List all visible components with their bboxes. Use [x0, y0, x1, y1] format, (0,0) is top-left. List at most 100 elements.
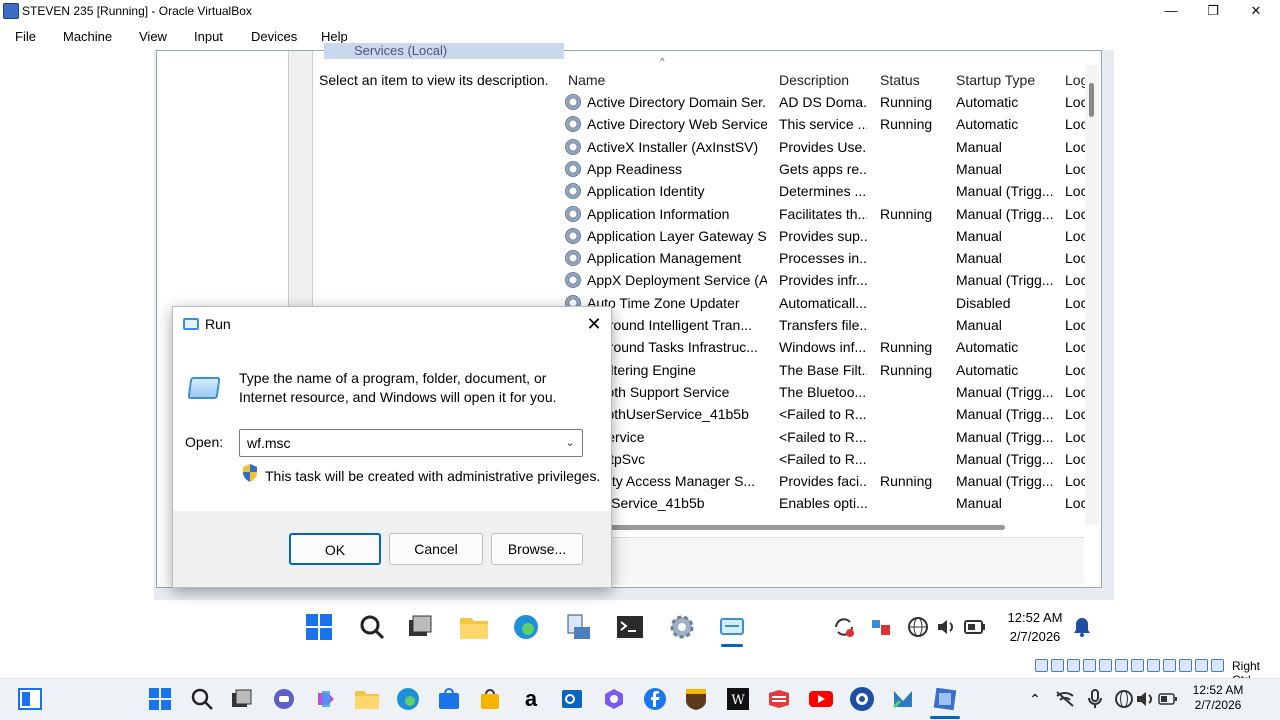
recording-icon[interactable]: [1179, 659, 1192, 672]
service-row[interactable]: Auto Time Zone Updater Automaticall... Dis…: [565, 294, 1085, 317]
network-offline-icon[interactable]: [1050, 684, 1080, 714]
service-row[interactable]: ckground Intelligent Tran... Transfers fi…: [565, 317, 1085, 339]
service-row[interactable]: Application Identity Determines ... Manual…: [565, 183, 1085, 205]
widgets-icon[interactable]: [15, 684, 45, 714]
service-row[interactable]: Application Information Facilitates th...…: [565, 205, 1085, 228]
close-button[interactable]: ✕: [1234, 0, 1278, 22]
app-icon[interactable]: [599, 684, 629, 714]
service-row[interactable]: ability Access Manager S... Provides faci…: [565, 473, 1085, 495]
guest-battery-icon[interactable]: [958, 610, 992, 644]
run-close-button[interactable]: ✕: [577, 309, 611, 339]
guest-clock[interactable]: 12:52 AM 2/7/2026: [1000, 608, 1070, 646]
chevron-up-icon[interactable]: ⌃: [1020, 684, 1050, 714]
column-startup-type[interactable]: Startup Type: [956, 72, 1035, 88]
open-combobox[interactable]: ⌄: [239, 429, 583, 457]
host-clock[interactable]: 12:52 AM 2/7/2026: [1184, 683, 1252, 713]
copilot-icon[interactable]: [311, 684, 341, 714]
edge-icon[interactable]: [393, 684, 423, 714]
ups-icon[interactable]: [681, 684, 711, 714]
battery-icon[interactable]: [1153, 684, 1183, 714]
visual-studio-icon[interactable]: [888, 684, 918, 714]
service-row[interactable]: Application Layer Gateway S... Provides s…: [565, 227, 1085, 250]
service-row[interactable]: ckground Tasks Infrastruc... Windows inf.…: [565, 339, 1085, 361]
menu-file[interactable]: File: [15, 29, 36, 44]
service-row[interactable]: App Readiness Gets apps re... Manual Loc: [565, 160, 1085, 183]
usb-icon[interactable]: [1099, 659, 1112, 672]
ok-button[interactable]: OK: [289, 533, 381, 565]
horizontal-scroll-thumb[interactable]: [565, 525, 1005, 530]
menu-view[interactable]: View: [139, 29, 167, 44]
file-explorer-icon[interactable]: [352, 684, 382, 714]
store-icon[interactable]: [434, 684, 464, 714]
service-row[interactable]: GService <Failed to R... Manual (Trigg... L…: [565, 428, 1085, 451]
display-icon[interactable]: [1131, 659, 1144, 672]
column-log-on-as[interactable]: Log: [1065, 72, 1085, 88]
amazon-icon[interactable]: a: [516, 684, 546, 714]
guest-start-icon[interactable]: [302, 610, 336, 644]
guest-sync-icon[interactable]: [827, 610, 861, 644]
keyboard-capture-icon[interactable]: [1211, 659, 1224, 672]
vertical-scroll-thumb[interactable]: [1089, 83, 1094, 117]
shared-folders-icon[interactable]: [1115, 659, 1128, 672]
menu-machine[interactable]: Machine: [63, 29, 112, 44]
guest-task-view-icon[interactable]: [403, 610, 437, 644]
horizontal-scrollbar[interactable]: [565, 523, 1085, 531]
services-list[interactable]: Name ^ Description Status Startup Type L…: [565, 51, 1085, 521]
wikipedia-icon[interactable]: W: [723, 684, 753, 714]
service-row[interactable]: Application Management Processes in... Man…: [565, 250, 1085, 272]
network-adapter-icon[interactable]: [1083, 659, 1096, 672]
vertical-scrollbar[interactable]: [1085, 65, 1099, 525]
run-title-icon: [183, 318, 199, 330]
guest-run-icon[interactable]: [715, 610, 749, 644]
menu-help[interactable]: Help: [321, 29, 348, 44]
column-name[interactable]: Name: [568, 72, 605, 88]
open-input[interactable]: [241, 431, 557, 455]
facebook-icon[interactable]: [640, 684, 670, 714]
outlook-icon[interactable]: [557, 684, 587, 714]
service-row[interactable]: e Filtering Engine The Base Filt... Runnin…: [565, 361, 1085, 384]
service-row[interactable]: ActiveX Installer (AxInstSV) Provides Use…: [565, 138, 1085, 161]
chat-icon[interactable]: [269, 684, 299, 714]
service-desc: Provides faci...: [779, 473, 867, 490]
service-row[interactable]: Active Directory Domain Ser... AD DS Doma…: [565, 94, 1085, 116]
news-icon[interactable]: [764, 684, 794, 714]
menu-devices[interactable]: Devices: [251, 29, 297, 44]
video-capture-icon[interactable]: [1147, 659, 1160, 672]
task-view-icon[interactable]: [227, 684, 257, 714]
guest-server-manager-icon[interactable]: [561, 610, 595, 644]
service-row[interactable]: AppX Deployment Service (A... Provides in…: [565, 272, 1085, 294]
virtualization-icon[interactable]: [1163, 659, 1176, 672]
minimize-button[interactable]: —: [1149, 0, 1193, 22]
browse-button[interactable]: Browse...: [491, 533, 583, 565]
menu-input[interactable]: Input: [194, 29, 223, 44]
guest-edge-icon[interactable]: [509, 610, 543, 644]
microphone-icon[interactable]: [1080, 684, 1110, 714]
service-row[interactable]: AvctpSvc <Failed to R... Manual (Trigg... L…: [565, 450, 1085, 473]
mouse-integration-icon[interactable]: [1195, 659, 1208, 672]
column-status[interactable]: Status: [880, 72, 920, 88]
optical-drive-icon[interactable]: [1051, 659, 1064, 672]
guest-security-icon[interactable]: [864, 610, 898, 644]
guest-terminal-icon[interactable]: [613, 610, 647, 644]
column-description[interactable]: Description: [779, 72, 849, 88]
service-row[interactable]: etooth Support Service The Bluetoo... Manu…: [565, 383, 1085, 406]
maximize-button[interactable]: ❐: [1191, 0, 1235, 22]
shopping-bag-icon[interactable]: [475, 684, 505, 714]
chevron-down-icon[interactable]: ⌄: [562, 434, 578, 452]
youtube-icon[interactable]: [806, 684, 836, 714]
cancel-button[interactable]: Cancel: [389, 533, 483, 565]
service-row[interactable]: etoothUserService_41b5b <Failed to R... Ma…: [565, 406, 1085, 428]
guest-notification-bell-icon[interactable]: [1065, 610, 1099, 644]
service-desc: Facilitates th...: [779, 205, 867, 222]
service-row[interactable]: tureService_41b5b Enables opti... Manual Lo…: [565, 495, 1085, 517]
service-row[interactable]: Active Directory Web Services This servic…: [565, 116, 1085, 138]
virtualbox-taskbar-icon[interactable]: [930, 684, 960, 714]
screen-recorder-icon[interactable]: [847, 684, 877, 714]
search-icon[interactable]: [187, 684, 217, 714]
guest-file-explorer-icon[interactable]: [457, 610, 491, 644]
guest-services-icon[interactable]: [665, 610, 699, 644]
guest-search-icon[interactable]: [355, 610, 389, 644]
hard-disk-icon[interactable]: [1035, 659, 1048, 672]
start-icon[interactable]: [145, 684, 175, 714]
audio-icon[interactable]: [1067, 659, 1080, 672]
